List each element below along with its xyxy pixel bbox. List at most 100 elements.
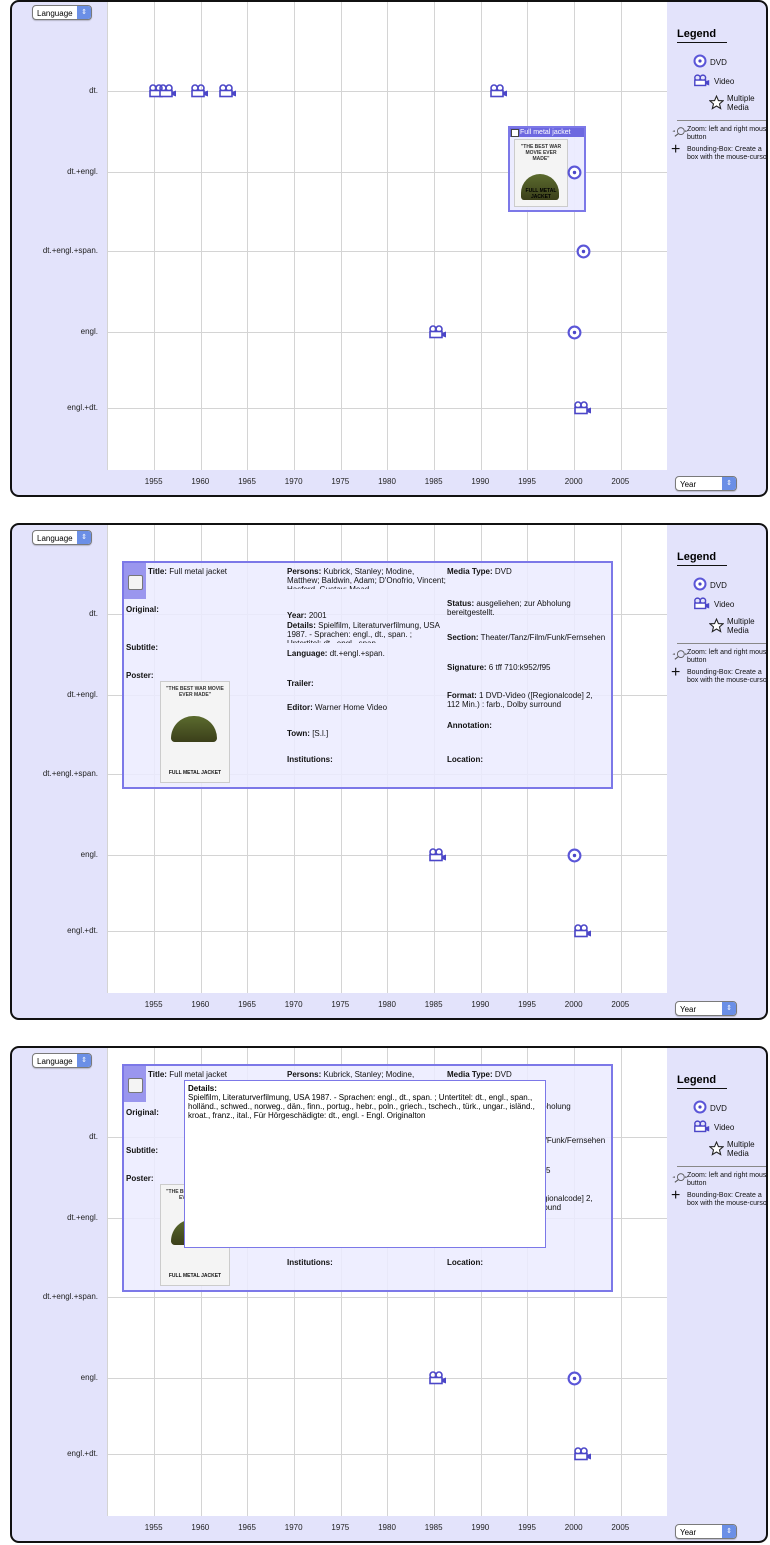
legend: Legend DVD Video Multiple Media Zoom: le…	[667, 1048, 768, 1541]
y-axis-select[interactable]: Language ⇕	[32, 530, 92, 545]
video-mark[interactable]	[573, 401, 593, 415]
y-axis-select[interactable]: Language ⇕	[32, 1053, 92, 1068]
grid-line	[107, 1297, 667, 1298]
grid-line	[294, 2, 295, 470]
video-mark[interactable]	[190, 84, 210, 98]
detail-media-label: Media Type:	[447, 1070, 493, 1079]
y-axis-label: engl.+dt.	[67, 926, 98, 935]
grid-line	[527, 2, 528, 470]
select-arrow-icon: ⇕	[77, 6, 91, 19]
legend-item-dvd: DVD	[693, 577, 727, 593]
video-icon	[693, 1120, 711, 1135]
dvd-mark[interactable]	[567, 165, 582, 180]
x-axis-label: 1975	[331, 477, 350, 486]
video-mark[interactable]	[158, 84, 178, 98]
detail-subtitle-label: Subtitle:	[126, 643, 158, 652]
timeline-panel-3: Language ⇕ Year ⇕ Legend DVD Video Multipl…	[10, 1046, 768, 1543]
video-mark[interactable]	[428, 848, 448, 862]
detail-editor: Editor: Warner Home Video	[287, 703, 447, 712]
x-axis-label: 1995	[518, 1523, 536, 1532]
dvd-mark[interactable]	[576, 244, 591, 259]
legend-item-video: Video	[693, 1120, 734, 1135]
x-axis-label: 1960	[191, 477, 210, 486]
legend-item-dvd: DVD	[693, 1100, 727, 1116]
crosshair-icon: +	[671, 664, 681, 681]
checkbox[interactable]	[124, 1066, 146, 1102]
grid-line	[154, 2, 155, 470]
x-axis-label: 1965	[238, 1523, 256, 1532]
hover-card-header: Full metal jacket	[510, 128, 584, 137]
legend-item-multiple: Multiple Media	[708, 617, 766, 635]
y-axis-label: dt.	[89, 86, 98, 95]
x-axis-label: 2005	[611, 477, 630, 486]
grid-line	[434, 2, 435, 470]
y-axis-label: dt.	[89, 1132, 98, 1141]
star-icon	[708, 1140, 725, 1156]
x-axis-label: 1990	[471, 477, 490, 486]
plot-area[interactable]	[107, 2, 667, 470]
x-axis-label: 1995	[518, 477, 536, 486]
details-popup[interactable]: Details: Spielfilm, Literaturverfilmung,…	[184, 1080, 546, 1248]
detail-town-label: Town:	[287, 729, 310, 738]
video-icon	[694, 1120, 710, 1133]
dvd-mark[interactable]	[567, 848, 582, 863]
video-mark[interactable]	[573, 924, 593, 938]
x-axis-label: 1995	[518, 1000, 536, 1009]
detail-language: Language: dt.+engl.+span.	[287, 649, 447, 658]
detail-media-value: DVD	[494, 1070, 512, 1079]
video-mark[interactable]	[489, 84, 509, 98]
dvd-icon	[693, 54, 707, 70]
detail-original-label: Original:	[126, 605, 159, 614]
grid-line	[107, 1378, 667, 1379]
detail-editor-value: Warner Home Video	[315, 703, 388, 712]
detail-details: Details: Spielfilm, Literaturverfilmung,…	[287, 621, 445, 643]
legend-title: Legend	[677, 1074, 727, 1089]
y-axis-label: dt.+engl.+span.	[42, 246, 98, 255]
grid-line	[107, 525, 108, 993]
detail-subtitle-label: Subtitle:	[126, 1146, 158, 1155]
y-axis-label: dt.+engl.+span.	[42, 769, 98, 778]
video-mark[interactable]	[573, 1447, 593, 1461]
detail-institutions: Institutions:	[287, 1258, 447, 1267]
bbox-hint-text: Bounding-Box: Create a box with the mous…	[687, 1192, 768, 1207]
dvd-mark[interactable]	[567, 1371, 582, 1386]
dvd-mark[interactable]	[567, 325, 582, 340]
legend: Legend DVD Video Multiple Media Zoom: le…	[667, 2, 768, 495]
detail-signature-value: 6 tff 710:k952/f95	[488, 663, 551, 672]
detail-town-value: [S.l.]	[312, 729, 329, 738]
x-axis-label: 1960	[191, 1523, 210, 1532]
x-axis-label: 1955	[144, 1523, 163, 1532]
detail-original-label: Original:	[126, 1108, 159, 1117]
detail-editor-label: Editor:	[287, 703, 313, 712]
y-axis-select[interactable]: Language ⇕	[32, 5, 92, 20]
zoom-hint-text: Zoom: left and right mouse button	[687, 649, 768, 664]
detail-trailer-label: Trailer:	[287, 679, 314, 688]
detail-status: Status: ausgeliehen; zur Abholung bereit…	[447, 599, 607, 617]
x-axis-label: 1975	[331, 1523, 350, 1532]
checkbox[interactable]	[124, 563, 146, 599]
detail-language-label: Language:	[287, 649, 328, 658]
timeline-panel-1: Language ⇕ Year ⇕ Legend DVD Video Multipl…	[10, 0, 768, 497]
detail-title-value: Full metal jacket	[169, 567, 227, 576]
detail-persons-label: Persons:	[287, 567, 322, 576]
video-mark[interactable]	[218, 84, 238, 98]
detail-media: Media Type: DVD	[447, 567, 607, 576]
video-mark[interactable]	[428, 1371, 448, 1385]
dvd-icon	[693, 577, 707, 591]
details-popup-text: Spielfilm, Literaturverfilmung, USA 1987…	[188, 1093, 535, 1120]
y-axis-label: engl.+dt.	[67, 403, 98, 412]
star-icon	[708, 617, 725, 633]
detail-location-label: Location:	[447, 755, 483, 764]
detail-card[interactable]: Title: Full metal jacket Persons: Kubrick…	[122, 561, 613, 789]
detail-location-label: Location:	[447, 1258, 483, 1267]
detail-location: Location:	[447, 755, 607, 764]
x-axis-label: 1990	[471, 1000, 490, 1009]
detail-section: Section: Theater/Tanz/Film/Funk/Fernsehe…	[447, 633, 607, 642]
bbox-hint-text: Bounding-Box: Create a box with the mous…	[687, 146, 768, 161]
x-axis-label: 1955	[144, 477, 163, 486]
grid-line	[574, 2, 575, 470]
video-mark[interactable]	[428, 325, 448, 339]
dvd-icon	[693, 577, 707, 593]
detail-format-label: Format:	[447, 691, 477, 700]
checkbox[interactable]	[511, 129, 519, 137]
